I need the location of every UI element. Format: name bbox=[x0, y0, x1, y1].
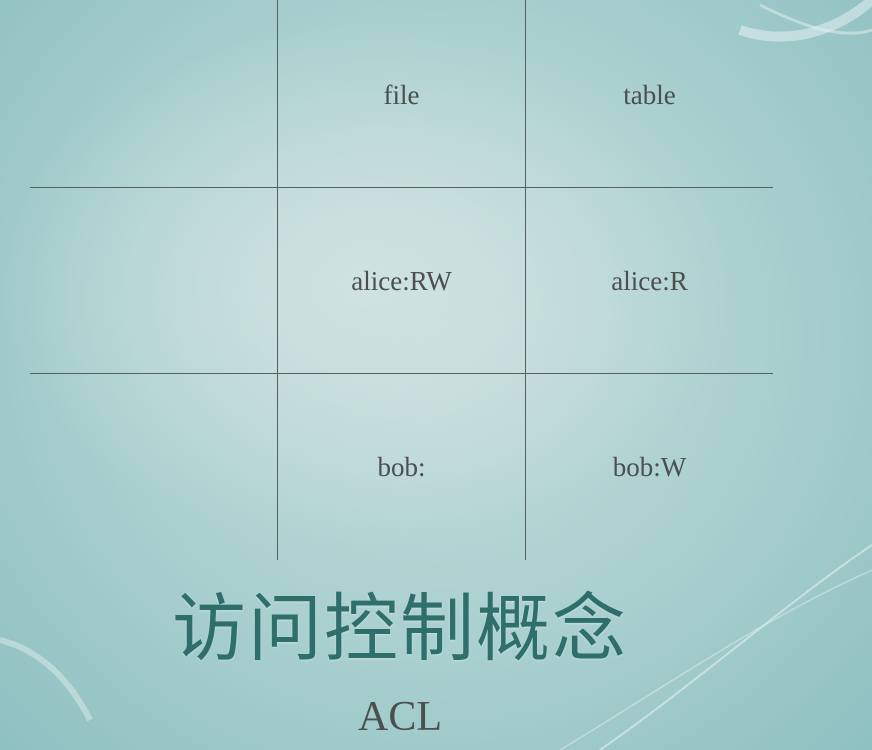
slide-subtitle: ACL bbox=[358, 694, 442, 740]
table-cell: bob:W bbox=[612, 452, 687, 482]
table-header-cell: table bbox=[623, 80, 676, 110]
table-cell: alice:RW bbox=[351, 266, 452, 296]
acl-table: file table alice:RW alice:R bob: bob:W bbox=[30, 0, 773, 560]
row-divider bbox=[30, 187, 773, 188]
table-cell: alice:R bbox=[611, 266, 688, 296]
table-header-cell: file bbox=[383, 80, 420, 110]
table-cell: bob: bbox=[377, 452, 426, 482]
row-divider bbox=[30, 373, 773, 374]
slide-title: 访问控制概念 bbox=[172, 586, 628, 672]
